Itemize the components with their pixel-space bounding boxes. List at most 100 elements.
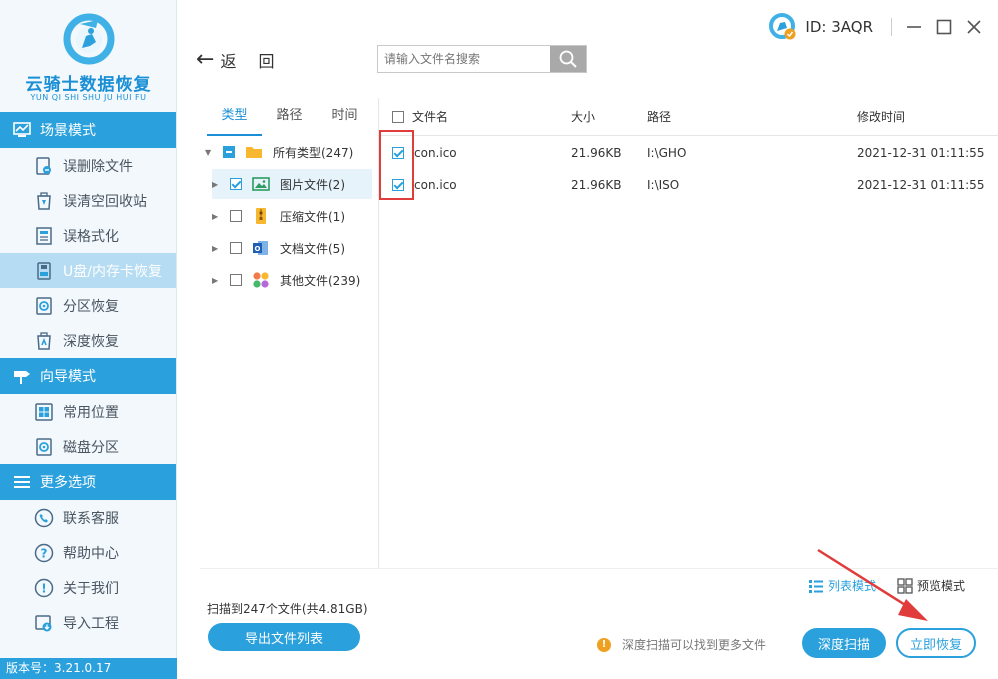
tab-path[interactable]: 路径 [262, 106, 317, 136]
back-button[interactable]: ← 返回 [196, 48, 296, 72]
phone-icon [34, 508, 54, 528]
nav-label: 联系客服 [63, 510, 119, 527]
close-icon [967, 20, 981, 34]
file-path: I:\GHO [647, 146, 687, 160]
minimize-button[interactable] [900, 13, 928, 41]
checkbox-all-types[interactable] [223, 146, 235, 158]
info-icon: ! [34, 578, 54, 598]
help-icon: ? [34, 543, 54, 563]
scan-summary: 扫描到247个文件(共4.81GB) [207, 602, 368, 616]
nav-contact-support[interactable]: 联系客服 [0, 500, 176, 535]
tree-item-documents[interactable]: ▶ O 文档文件(5) [212, 233, 372, 263]
recycle-bin-icon [34, 191, 54, 211]
nav-deep-recovery[interactable]: 深度恢复 [0, 323, 176, 358]
section-title: 场景模式 [40, 123, 96, 139]
nav-label: 深度恢复 [63, 333, 119, 350]
tab-time[interactable]: 时间 [317, 106, 372, 136]
table-row[interactable]: con.ico 21.96KB I:\GHO 2021-12-31 01:11:… [380, 137, 998, 169]
app-title: 云骑士数据恢复 [25, 75, 152, 95]
folder-icon [246, 147, 262, 158]
highlight-box [379, 130, 414, 200]
partition-icon [34, 296, 54, 316]
search-input[interactable] [378, 46, 550, 72]
tab-type[interactable]: 类型 [207, 106, 262, 136]
nav-disk-partitions[interactable]: 磁盘分区 [0, 429, 176, 464]
column-path[interactable]: 路径 [647, 98, 671, 136]
table-row[interactable]: con.ico 21.96KB I:\ISO 2021-12-31 01:11:… [380, 169, 998, 201]
nav-label: 误清空回收站 [63, 193, 147, 210]
nav-label: 导入工程 [63, 615, 119, 632]
annotation-arrow-icon [817, 548, 928, 621]
document-icon: O [253, 241, 268, 255]
delete-file-icon [34, 156, 54, 176]
nav-label: 分区恢复 [63, 298, 119, 315]
user-id-label: ID: 3AQR [805, 18, 873, 36]
tree-label: 文档文件(5) [280, 241, 345, 256]
column-size[interactable]: 大小 [571, 98, 595, 136]
version-label: 版本号：3.21.0.17 [0, 658, 177, 679]
file-size: 21.96KB [571, 146, 622, 160]
expand-icon[interactable]: ▶ [212, 180, 222, 189]
section-more-options: 更多选项 [0, 464, 176, 500]
file-path: I:\ISO [647, 178, 680, 192]
select-all-checkbox[interactable] [392, 111, 404, 123]
section-title: 向导模式 [40, 369, 96, 385]
nav-common-locations[interactable]: 常用位置 [0, 394, 176, 429]
nav-recycle-bin[interactable]: 误清空回收站 [0, 183, 176, 218]
tree-label: 压缩文件(1) [280, 209, 345, 224]
close-button[interactable] [960, 13, 988, 41]
expand-icon[interactable]: ▶ [212, 244, 222, 253]
svg-text:O: O [255, 245, 261, 253]
logo-icon [63, 13, 115, 65]
expand-icon[interactable]: ▶ [212, 276, 222, 285]
svg-text:!: ! [41, 581, 46, 595]
file-mtime: 2021-12-31 01:11:55 [857, 146, 985, 160]
search-box [377, 45, 587, 73]
column-name[interactable]: 文件名 [412, 98, 448, 136]
tree-item-archives[interactable]: ▶ 压缩文件(1) [212, 201, 372, 231]
image-icon [252, 177, 270, 191]
nav-format[interactable]: 误格式化 [0, 218, 176, 253]
nav-help-center[interactable]: ? 帮助中心 [0, 535, 176, 570]
checkbox-archives[interactable] [230, 210, 242, 222]
menu-icon [12, 473, 32, 491]
column-modified[interactable]: 修改时间 [857, 98, 905, 136]
windows-icon [34, 402, 54, 422]
checkbox-images[interactable] [230, 178, 242, 190]
nav-partition-recovery[interactable]: 分区恢复 [0, 288, 176, 323]
zip-icon [256, 208, 266, 224]
file-size: 21.96KB [571, 178, 622, 192]
deep-scan-button[interactable]: 深度扫描 [802, 628, 886, 658]
nav-label: U盘/内存卡恢复 [63, 263, 162, 280]
app-logo: 云骑士数据恢复 YUN QI SHI SHU JU HUI FU [0, 0, 176, 112]
tree-label: 所有类型(247) [273, 145, 354, 160]
nav-label: 磁盘分区 [63, 439, 119, 456]
tree-item-all-types[interactable]: ▼ 所有类型(247) [205, 137, 375, 167]
search-button[interactable] [550, 46, 586, 72]
file-name: con.ico [414, 178, 457, 192]
tree-item-other[interactable]: ▶ 其他文件(239) [212, 265, 372, 295]
avatar [769, 13, 797, 41]
file-mtime: 2021-12-31 01:11:55 [857, 178, 985, 192]
tree-item-images[interactable]: ▶ 图片文件(2) [212, 169, 372, 199]
filter-tabs: 类型 路径 时间 [207, 106, 372, 136]
back-label: 返回 [220, 52, 297, 71]
collapse-icon[interactable]: ▼ [205, 148, 215, 157]
file-name: con.ico [414, 146, 457, 160]
minimize-icon [907, 26, 921, 28]
user-id-box[interactable]: ID: 3AQR [769, 13, 873, 41]
nav-import-project[interactable]: 导入工程 [0, 605, 176, 640]
nav-deleted-files[interactable]: 误删除文件 [0, 148, 176, 183]
deep-scan-tip: ! 深度扫描可以找到更多文件 [597, 636, 766, 653]
checkbox-other[interactable] [230, 274, 242, 286]
nav-about-us[interactable]: ! 关于我们 [0, 570, 176, 605]
checkbox-documents[interactable] [230, 242, 242, 254]
expand-icon[interactable]: ▶ [212, 212, 222, 221]
maximize-button[interactable] [930, 13, 958, 41]
nav-usb-recovery[interactable]: U盘/内存卡恢复 [0, 253, 176, 288]
recover-now-button[interactable]: 立即恢复 [896, 628, 976, 658]
nav-label: 误格式化 [63, 228, 119, 245]
export-list-button[interactable]: 导出文件列表 [208, 623, 360, 651]
import-icon [34, 613, 54, 633]
arrow-left-icon: ← [196, 47, 215, 72]
